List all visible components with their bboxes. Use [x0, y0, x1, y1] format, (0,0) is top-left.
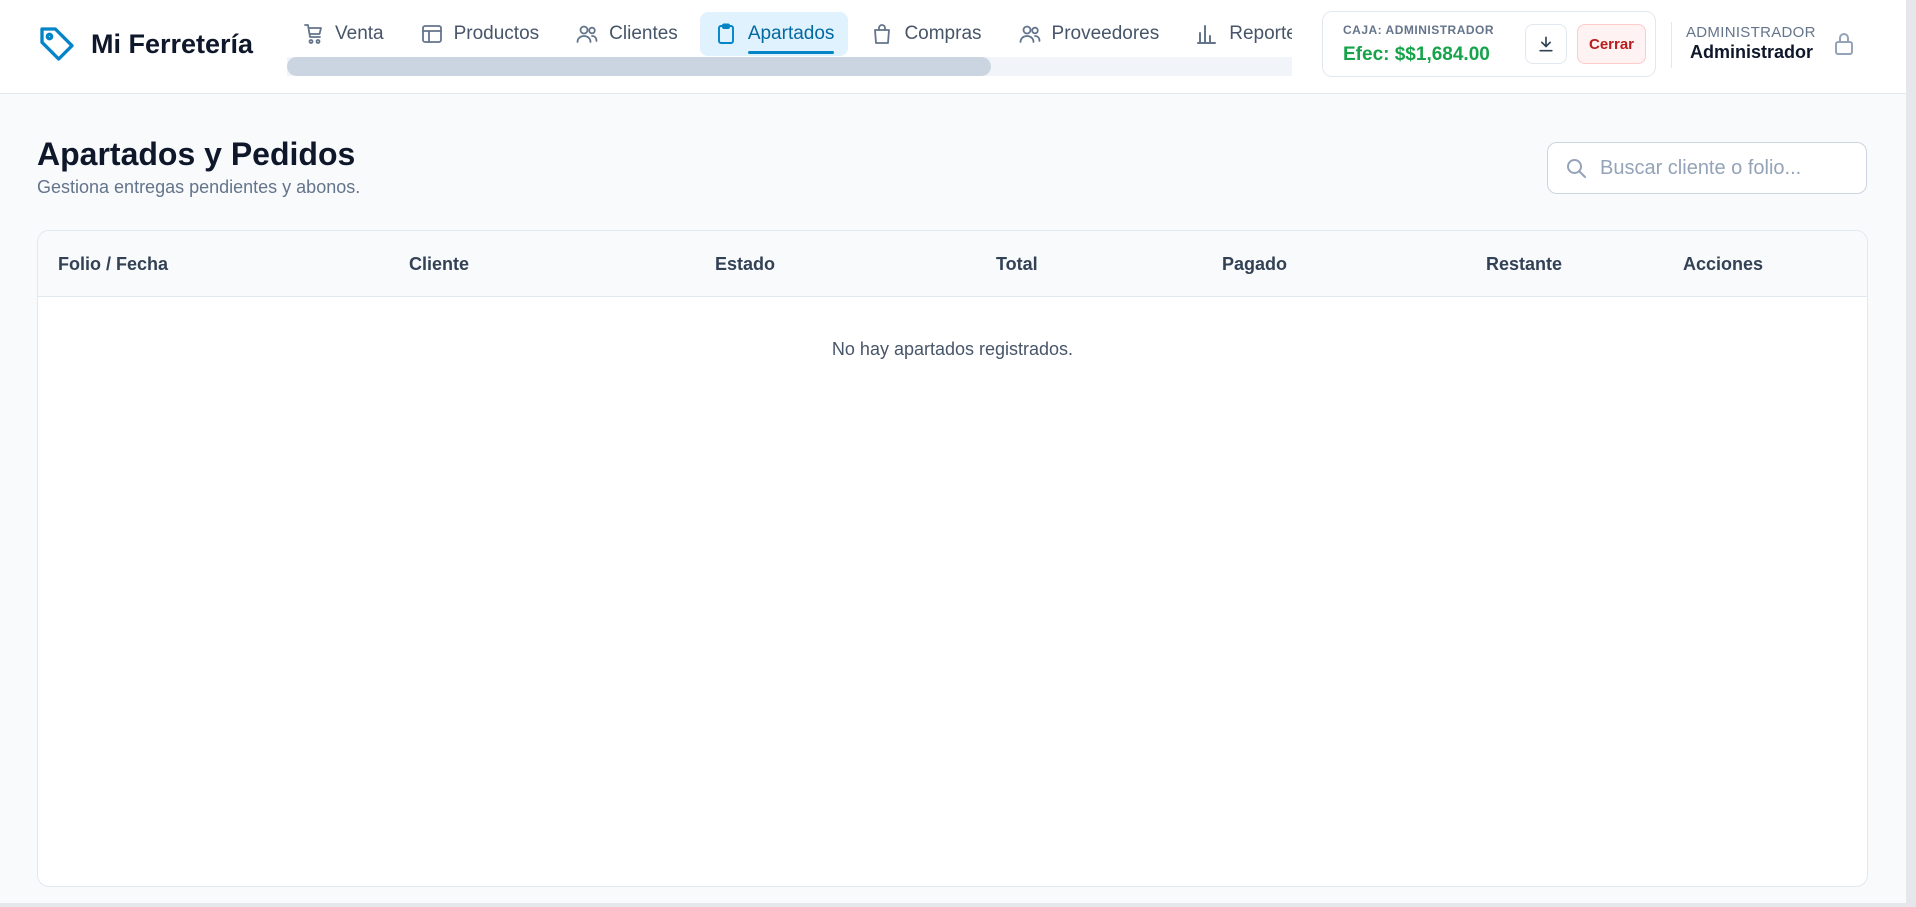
lock-button[interactable] — [1832, 31, 1856, 57]
user-role: ADMINISTRADOR — [1686, 24, 1816, 41]
user-name: Administrador — [1689, 42, 1813, 62]
nav-item-reportes[interactable]: Reportes — [1181, 12, 1292, 56]
caja-download-button[interactable] — [1525, 24, 1567, 64]
search-input[interactable] — [1600, 156, 1850, 180]
search-box[interactable] — [1547, 142, 1867, 194]
nav-label: Compras — [904, 23, 982, 44]
search-icon — [1567, 159, 1586, 178]
app-viewport: Mi Ferretería Venta Productos Clientes A… — [0, 0, 1906, 903]
lock-icon — [1835, 33, 1853, 55]
page-title: Apartados y Pedidos — [37, 136, 356, 172]
layout-icon — [421, 25, 442, 43]
column-header-cliente: Cliente — [409, 254, 470, 274]
column-header-acciones: Acciones — [1683, 254, 1764, 274]
top-header: Mi Ferretería Venta Productos Clientes A… — [0, 0, 1906, 94]
empty-state-message: No hay apartados registrados. — [831, 339, 1074, 359]
clipboard-icon — [717, 23, 734, 44]
nav-label: Clientes — [609, 23, 678, 44]
table-header: Folio / Fecha Cliente Estado Total Pagad… — [38, 231, 1867, 297]
users-icon — [576, 25, 598, 43]
nav-item-productos[interactable]: Productos — [406, 12, 554, 56]
bar-chart-icon — [1197, 25, 1217, 44]
column-header-total: Total — [996, 254, 1038, 274]
main-nav-container: Venta Productos Clientes Apartados Compr… — [287, 10, 1292, 76]
main-nav: Venta Productos Clientes Apartados Compr… — [287, 10, 1292, 58]
nav-item-apartados[interactable]: Apartados — [699, 12, 849, 56]
nav-label: Apartados — [747, 23, 835, 44]
nav-scrollbar-thumb[interactable] — [287, 57, 991, 76]
tag-icon — [37, 24, 77, 64]
header-divider — [1671, 22, 1672, 68]
column-header-restante: Restante — [1486, 254, 1563, 274]
nav-scrollbar[interactable] — [287, 57, 1292, 76]
nav-item-compras[interactable]: Compras — [856, 12, 995, 56]
brand[interactable]: Mi Ferretería — [37, 24, 253, 64]
bag-icon — [874, 24, 891, 44]
cart-icon — [304, 24, 322, 44]
user-info: ADMINISTRADOR Administrador — [1686, 24, 1816, 63]
nav-item-venta[interactable]: Venta — [287, 12, 398, 56]
column-header-estado: Estado — [715, 254, 776, 274]
caja-cash-value: Efec: $$1,684.00 — [1343, 44, 1490, 65]
caja-panel: CAJA: ADMINISTRADOR Efec: $$1,684.00 Cer… — [1322, 11, 1656, 77]
nav-label: Productos — [453, 23, 540, 44]
nav-label: Venta — [335, 23, 384, 44]
nav-item-proveedores[interactable]: Proveedores — [1004, 12, 1174, 56]
apartados-table: Folio / Fecha Cliente Estado Total Pagad… — [37, 230, 1868, 887]
page-scrollbar[interactable] — [1906, 0, 1916, 903]
column-header-pagado: Pagado — [1222, 254, 1288, 274]
nav-label: Reportes — [1229, 23, 1292, 44]
users-icon — [1019, 25, 1040, 43]
page-subtitle: Gestiona entregas pendientes y abonos. — [37, 177, 361, 197]
download-icon — [1539, 36, 1553, 52]
nav-item-clientes[interactable]: Clientes — [561, 12, 692, 56]
nav-label: Proveedores — [1051, 23, 1160, 44]
caja-label: CAJA: ADMINISTRADOR — [1343, 23, 1495, 37]
column-header-folio: Folio / Fecha — [58, 254, 169, 274]
app-title: Mi Ferretería — [91, 28, 254, 59]
caja-close-button[interactable]: Cerrar — [1577, 24, 1646, 64]
